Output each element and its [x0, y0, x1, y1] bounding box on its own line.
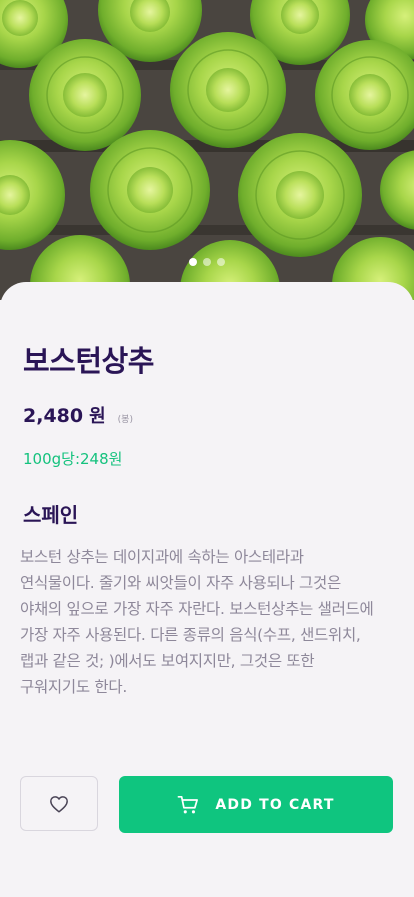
product-detail-sheet: 보스턴상추 2,480 원 (봉) 100g당:248원 스페인 보스턴 상추는… [0, 282, 414, 897]
carousel-dot[interactable] [217, 258, 225, 266]
product-hero-image[interactable] [0, 0, 414, 300]
favorite-button[interactable] [20, 776, 98, 831]
product-description: 보스턴 상추는 데이지과에 속하는 아스테라과 연식물이다. 줄기와 씨앗들이 … [20, 548, 374, 696]
add-to-cart-label: ADD TO CART [215, 796, 335, 813]
unit-price: 100g당:248원 [23, 450, 123, 468]
product-origin: 스페인 [23, 503, 79, 527]
product-name: 보스턴상추 [23, 344, 154, 378]
add-to-cart-button[interactable]: ADD TO CART [119, 776, 393, 833]
product-price: 2,480 [23, 405, 84, 427]
carousel-dot[interactable] [203, 258, 211, 266]
cart-icon [177, 795, 199, 813]
heart-icon [50, 795, 68, 813]
carousel-dot-active[interactable] [189, 258, 197, 266]
price-currency: 원 [89, 406, 106, 427]
price-row: 2,480 원 (봉) [23, 402, 133, 428]
carousel-indicator [0, 258, 414, 266]
lettuce-photo [0, 0, 414, 300]
price-unit: (봉) [117, 415, 133, 425]
